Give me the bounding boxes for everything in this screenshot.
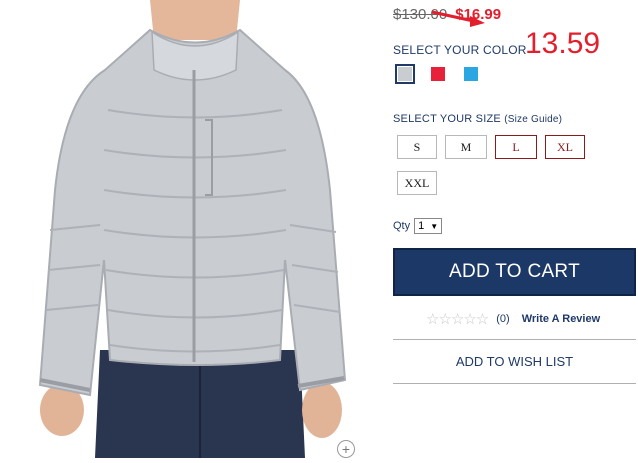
size-guide-link[interactable]: (Size Guide) [504,114,562,125]
quantity-row: Qty 1 ▼ [393,218,443,234]
qty-label: Qty [393,220,411,232]
size-label-row: SELECT YOUR SIZE (Size Guide) [393,113,562,125]
size-button-s[interactable]: S [397,135,437,159]
size-button-xxl[interactable]: XXL [397,171,437,195]
color-label: SELECT YOUR COLOR [393,43,527,57]
color-swatch-gray[interactable] [395,64,415,84]
product-image[interactable] [0,0,370,458]
annotation-price: 13.59 [525,27,601,60]
divider [393,383,636,384]
size-options-row2: XXL [397,171,437,195]
color-swatches [395,64,481,84]
color-swatch-red[interactable] [428,64,448,84]
size-button-l[interactable]: L [495,135,537,159]
add-to-cart-button[interactable]: ADD TO CART [393,248,636,296]
divider [393,339,636,340]
add-to-wish-list-link[interactable]: ADD TO WISH LIST [393,354,636,369]
rating-row: ☆☆☆☆☆ (0) Write A Review [426,310,600,328]
star-rating-icon: ☆☆☆☆☆ [426,311,489,328]
write-review-link[interactable]: Write A Review [522,313,600,325]
size-button-xl[interactable]: XL [545,135,585,159]
size-button-m[interactable]: M [445,135,487,159]
qty-select[interactable]: 1 ▼ [414,218,443,234]
size-options: S M L XL [397,135,585,159]
zoom-plus-icon[interactable]: + [337,440,355,458]
size-label: SELECT YOUR SIZE [393,113,501,125]
review-count: (0) [496,313,510,325]
annotation-arrow-icon [431,10,485,27]
dropdown-caret-icon: ▼ [430,221,439,231]
qty-value: 1 [418,220,425,232]
color-swatch-blue[interactable] [461,64,481,84]
